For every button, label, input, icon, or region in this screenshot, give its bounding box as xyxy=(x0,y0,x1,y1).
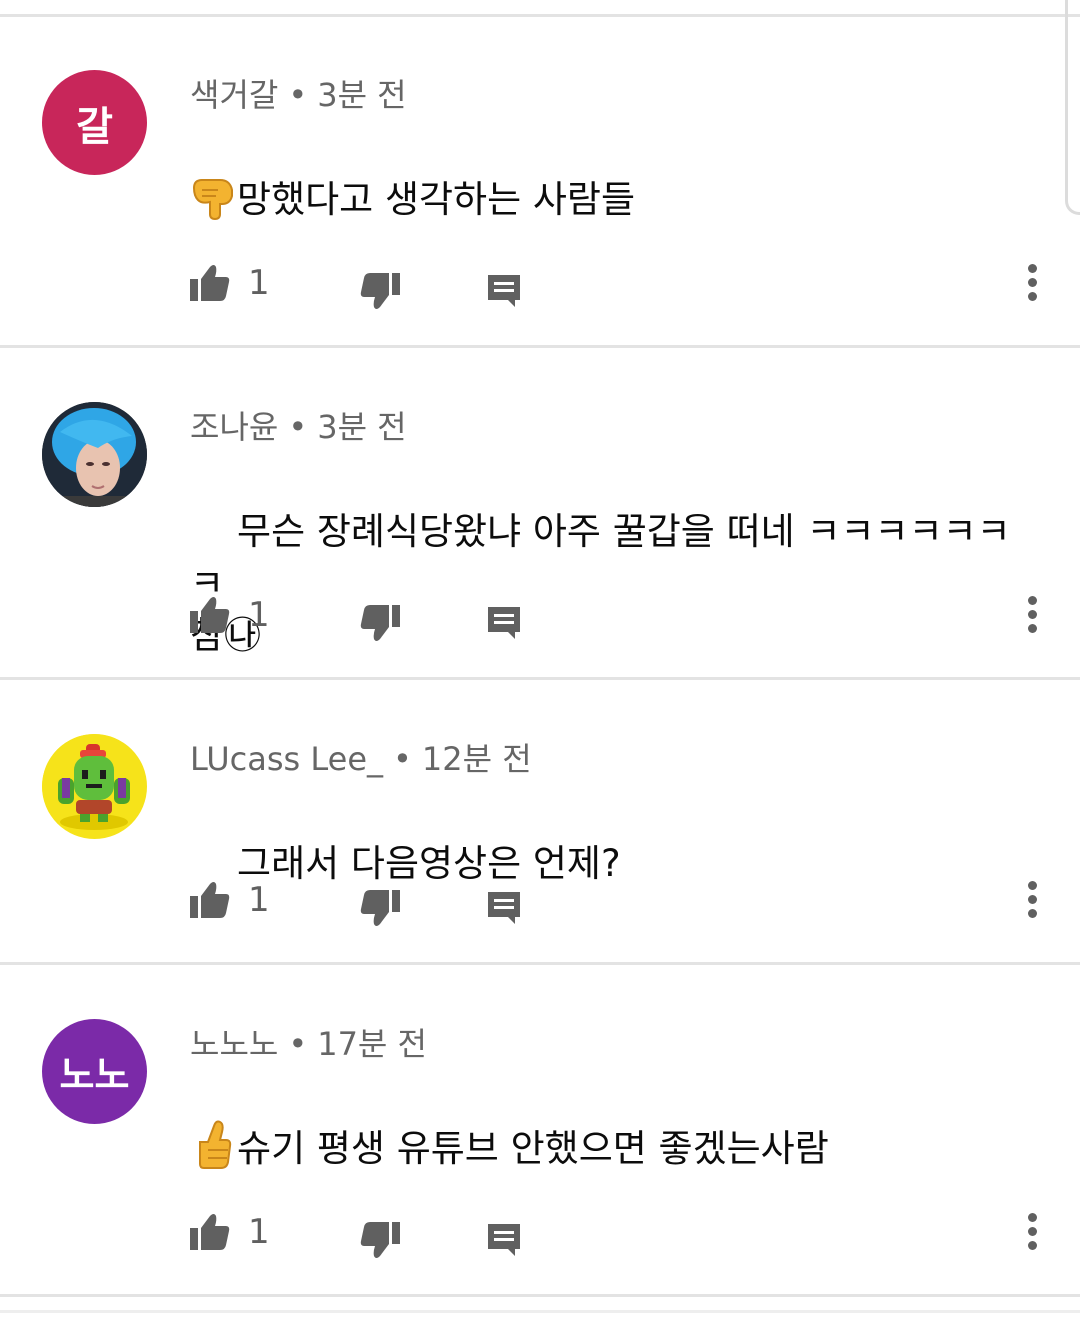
reply-button[interactable] xyxy=(485,266,523,316)
thumbs-up-icon xyxy=(190,597,230,633)
avatar-initial: 노노 xyxy=(59,1053,130,1097)
divider xyxy=(0,345,1080,348)
reply-comment-icon xyxy=(488,1224,520,1256)
reply-button[interactable] xyxy=(485,598,523,648)
comment-actions: 1 xyxy=(188,875,1058,926)
more-vertical-icon-dot xyxy=(1028,1241,1037,1250)
more-vertical-icon-dot xyxy=(1028,624,1037,633)
more-vertical-icon-dot xyxy=(1028,1227,1037,1236)
reply-comment-icon xyxy=(488,275,520,307)
author-name[interactable]: LUcass Lee_ xyxy=(190,740,383,778)
more-vertical-icon-dot xyxy=(1028,278,1037,287)
divider xyxy=(0,962,1080,965)
comment-text-content: 망했다고 생각하는 사람들 xyxy=(237,178,636,221)
spike-cactus-avatar xyxy=(42,734,146,838)
author-name[interactable]: 색거갈 xyxy=(190,76,278,114)
separator-dot: • xyxy=(288,408,308,446)
divider-bottom xyxy=(0,1294,1080,1297)
comment-meta: 조나윤 • 3분 전 xyxy=(190,402,407,448)
thumbs-up-emoji-icon xyxy=(194,1120,232,1174)
comment-time: 3분 전 xyxy=(317,408,407,446)
like-count: 1 xyxy=(248,263,270,303)
like-count: 1 xyxy=(248,1212,270,1252)
comment-meta: LUcass Lee_ • 12분 전 xyxy=(190,734,532,780)
reply-comment-icon xyxy=(488,892,520,924)
comment-actions: 1 xyxy=(188,1207,1058,1258)
comment-text: 슈기 평생 유튜브 안했으면 좋겠는사람 xyxy=(190,1071,1040,1227)
avatar-initial: 갈 xyxy=(76,103,113,150)
comment-text-content: 슈기 평생 유튜브 안했으면 좋겠는사람 xyxy=(237,1127,829,1170)
comment-time: 3분 전 xyxy=(317,76,407,114)
like-count: 1 xyxy=(248,880,270,920)
avatar[interactable] xyxy=(42,402,147,507)
dislike-button[interactable] xyxy=(358,883,402,933)
like-count: 1 xyxy=(248,595,270,635)
comment-text: 망했다고 생각하는 사람들 xyxy=(190,122,1040,278)
dislike-button[interactable] xyxy=(358,1215,402,1265)
comment-meta: 색거갈 • 3분 전 xyxy=(190,70,407,116)
more-vertical-icon-dot xyxy=(1028,610,1037,619)
comment-time: 12분 전 xyxy=(421,740,532,778)
more-vertical-icon-dot xyxy=(1028,909,1037,918)
dislike-button[interactable] xyxy=(358,266,402,316)
author-name[interactable]: 조나윤 xyxy=(190,408,278,446)
separator-dot: • xyxy=(288,1025,308,1063)
divider-bottom xyxy=(0,1310,1080,1313)
scrollbar[interactable] xyxy=(1065,0,1080,215)
comment-text: 무슨 장례식당왔냐 아주 꿀갑을 떠네 ㅋㅋㅋㅋㅋㅋㅋ 참㉯ xyxy=(190,454,1040,714)
avatar[interactable]: 갈 xyxy=(42,70,147,175)
comment-meta: 노노노 • 17분 전 xyxy=(190,1019,427,1065)
thumbs-down-icon xyxy=(360,1222,400,1258)
more-options-button[interactable] xyxy=(1024,590,1040,640)
thumbs-down-icon xyxy=(360,605,400,641)
like-button[interactable] xyxy=(188,875,232,925)
reply-comment-icon xyxy=(488,607,520,639)
avatar[interactable] xyxy=(42,734,147,839)
more-vertical-icon xyxy=(1028,1213,1037,1222)
comment-actions: 1 xyxy=(188,590,1058,641)
more-vertical-icon xyxy=(1028,596,1037,605)
dislike-button[interactable] xyxy=(358,598,402,648)
divider-top xyxy=(0,14,1080,17)
avatar[interactable]: 노노 xyxy=(42,1019,147,1124)
thumbs-down-icon xyxy=(360,890,400,926)
reply-button[interactable] xyxy=(485,1215,523,1265)
thumbs-up-icon xyxy=(190,882,230,918)
comment-time: 17분 전 xyxy=(317,1025,427,1063)
like-button[interactable] xyxy=(188,1207,232,1257)
more-options-button[interactable] xyxy=(1024,1207,1040,1257)
reply-button[interactable] xyxy=(485,883,523,933)
like-button[interactable] xyxy=(188,258,232,308)
profile-photo xyxy=(42,402,147,507)
more-vertical-icon xyxy=(1028,264,1037,273)
backhand-index-pointing-down-icon xyxy=(190,174,238,224)
separator-dot: • xyxy=(393,740,412,778)
more-vertical-icon xyxy=(1028,881,1037,890)
thumbs-up-icon xyxy=(190,1214,230,1250)
like-button[interactable] xyxy=(188,590,232,640)
more-options-button[interactable] xyxy=(1024,258,1040,308)
thumbs-down-icon xyxy=(360,273,400,309)
comment-actions: 1 xyxy=(188,258,1058,309)
separator-dot: • xyxy=(288,76,308,114)
more-options-button[interactable] xyxy=(1024,875,1040,925)
author-name[interactable]: 노노노 xyxy=(190,1025,278,1063)
more-vertical-icon-dot xyxy=(1028,292,1037,301)
thumbs-up-icon xyxy=(190,265,230,301)
more-vertical-icon-dot xyxy=(1028,895,1037,904)
